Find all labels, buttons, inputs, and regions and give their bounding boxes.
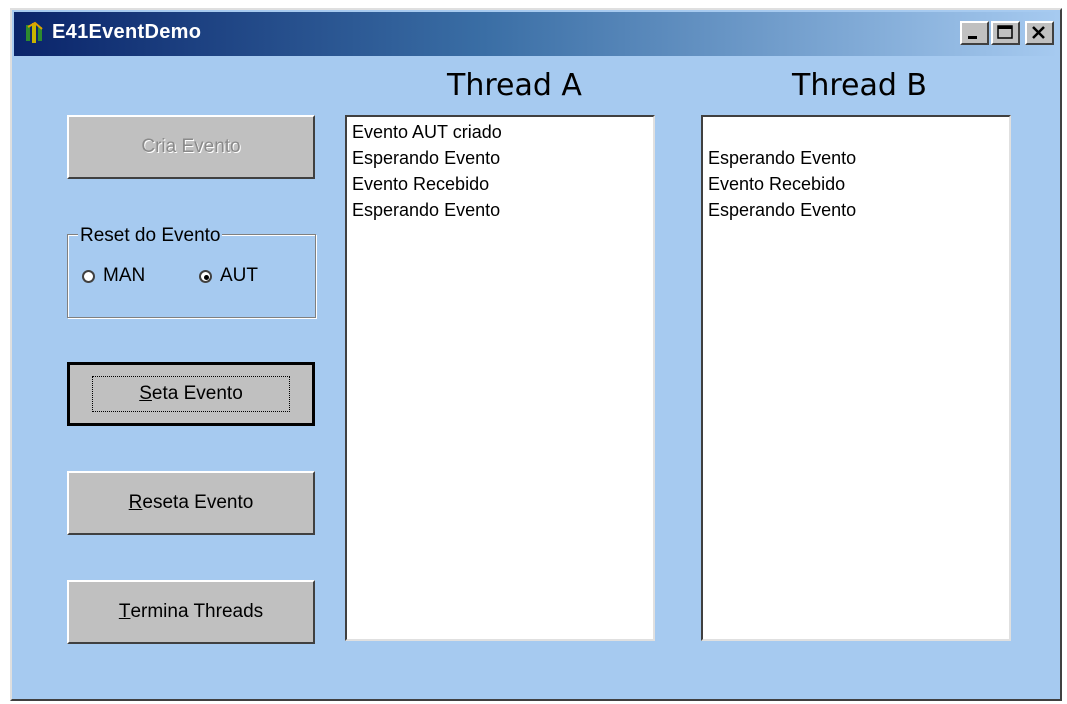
cria-evento-label: Cria Evento bbox=[141, 136, 241, 157]
radio-man[interactable]: MAN bbox=[82, 265, 145, 287]
radio-aut[interactable]: AUT bbox=[199, 265, 258, 287]
seta-evento-mnemonic: S bbox=[139, 383, 152, 404]
radio-aut-label: AUT bbox=[220, 265, 258, 286]
reset-group-label: Reset do Evento bbox=[78, 225, 223, 247]
thread-b-list[interactable]: Esperando Evento Evento Recebido Esperan… bbox=[701, 115, 1011, 641]
minimize-icon bbox=[968, 36, 977, 39]
radio-aut-indicator[interactable] bbox=[199, 269, 212, 283]
radio-man-indicator[interactable] bbox=[82, 269, 95, 283]
radio-man-label: MAN bbox=[103, 265, 146, 286]
termina-threads-mnemonic: T bbox=[118, 601, 131, 622]
reseta-evento-label: eseta Evento bbox=[142, 492, 254, 513]
termina-threads-label: ermina Threads bbox=[130, 601, 264, 622]
list-item[interactable] bbox=[708, 119, 1004, 145]
maximize-button[interactable] bbox=[991, 21, 1020, 45]
list-item[interactable]: Esperando Evento bbox=[708, 197, 1004, 223]
list-item[interactable]: Evento Recebido bbox=[708, 171, 1004, 197]
minimize-button[interactable] bbox=[960, 21, 989, 45]
termina-threads-button[interactable]: Termina Threads bbox=[67, 580, 315, 644]
list-item[interactable]: Esperando Evento bbox=[352, 197, 648, 223]
thread-a-title: Thread A bbox=[447, 68, 582, 103]
seta-evento-focus: Seta Evento bbox=[92, 376, 290, 412]
list-item[interactable]: Esperando Evento bbox=[352, 145, 648, 171]
seta-evento-button[interactable]: Seta Evento bbox=[67, 362, 315, 426]
thread-a-list[interactable]: Evento AUT criado Esperando Evento Event… bbox=[345, 115, 655, 641]
list-item[interactable]: Evento AUT criado bbox=[352, 119, 648, 145]
close-icon bbox=[1032, 26, 1045, 39]
app-icon bbox=[26, 21, 43, 43]
reseta-evento-button[interactable]: Reseta Evento bbox=[67, 471, 315, 535]
close-button[interactable] bbox=[1025, 21, 1054, 45]
title-bar[interactable]: E41EventDemo bbox=[14, 12, 1058, 56]
thread-b-title: Thread B bbox=[792, 68, 928, 103]
cria-evento-button[interactable]: Cria Evento bbox=[67, 115, 315, 179]
list-item[interactable]: Esperando Evento bbox=[708, 145, 1004, 171]
reseta-evento-mnemonic: R bbox=[128, 492, 143, 513]
list-item[interactable]: Evento Recebido bbox=[352, 171, 648, 197]
seta-evento-label: eta Evento bbox=[151, 383, 243, 404]
maximize-icon bbox=[997, 25, 1013, 39]
window-title: E41EventDemo bbox=[52, 21, 202, 43]
main-window: E41EventDemo Thread A Thread B Cria Even… bbox=[10, 8, 1062, 701]
